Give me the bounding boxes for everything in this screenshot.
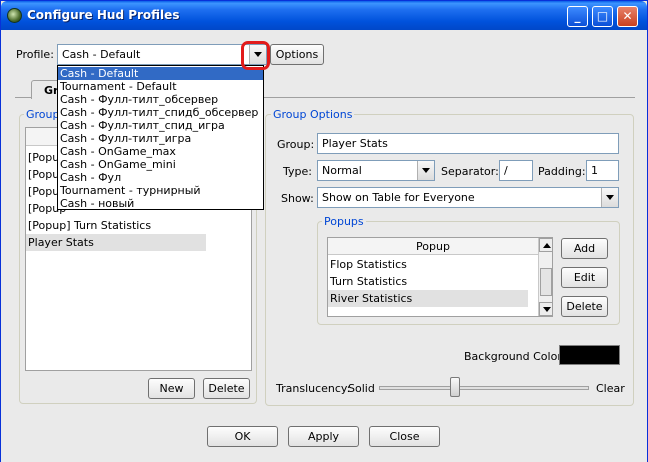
padding-input[interactable]: 1 xyxy=(586,160,619,181)
popups-list[interactable]: Popup Flop Statistics Turn Statistics Ri… xyxy=(327,237,553,317)
dropdown-item[interactable]: Cash - Фулл-тилт_игра xyxy=(58,132,263,145)
dropdown-item[interactable]: Tournament - турнирный xyxy=(58,184,263,197)
group-options-title: Group Options xyxy=(271,108,355,121)
minimize-button[interactable]: _ xyxy=(567,6,588,27)
dropdown-item[interactable]: Cash - Фул xyxy=(58,171,263,184)
edit-popup-button[interactable]: Edit xyxy=(561,267,608,288)
group-label: Group: xyxy=(277,138,315,151)
popup-list-item-selected[interactable]: River Statistics xyxy=(328,290,528,307)
scroll-up-icon[interactable] xyxy=(539,238,553,252)
type-label: Type: xyxy=(283,165,312,178)
close-window-button[interactable]: ✕ xyxy=(617,6,638,27)
popup-list-item[interactable]: Turn Statistics xyxy=(328,273,407,290)
dropdown-item[interactable]: Cash - Фулл-тилт_спид_игра xyxy=(58,119,263,132)
translucency-slider-thumb[interactable] xyxy=(449,377,460,397)
configure-hud-profiles-window: Configure Hud Profiles _ □ ✕ Profile: Ca… xyxy=(0,0,648,462)
scroll-down-icon[interactable] xyxy=(539,302,553,316)
highlight-circle-annotation xyxy=(241,41,270,70)
type-dropdown-arrow-icon[interactable] xyxy=(417,161,434,180)
dropdown-item-selected[interactable]: Cash - Default xyxy=(58,67,263,80)
translucency-label: Translucency: xyxy=(276,382,351,395)
show-label: Show: xyxy=(281,192,314,205)
popup-list-item[interactable]: Flop Statistics xyxy=(328,256,407,273)
show-dropdown-arrow-icon[interactable] xyxy=(601,188,618,207)
add-popup-button[interactable]: Add xyxy=(561,238,608,259)
options-button[interactable]: Options xyxy=(270,44,324,65)
translucency-slider-track[interactable] xyxy=(379,386,589,390)
type-select-value: Normal xyxy=(322,164,362,177)
maximize-button[interactable]: □ xyxy=(592,6,613,27)
dropdown-item[interactable]: Cash - OnGame_mini xyxy=(58,158,263,171)
scroll-thumb[interactable] xyxy=(540,268,552,296)
translucency-max-label: Clear xyxy=(596,382,625,395)
background-color-swatch[interactable] xyxy=(559,345,620,365)
ok-button[interactable]: OK xyxy=(207,426,278,447)
profile-select[interactable]: Cash - Default xyxy=(57,44,267,65)
translucency-min-label: Solid xyxy=(348,382,375,395)
delete-popup-button[interactable]: Delete xyxy=(561,296,608,317)
profile-label: Profile: xyxy=(16,48,54,61)
dropdown-item[interactable]: Tournament - Default xyxy=(58,80,263,93)
separator-input[interactable]: / xyxy=(499,160,533,181)
list-item[interactable]: [Popup] Turn Statistics xyxy=(26,217,151,234)
new-group-button[interactable]: New xyxy=(148,378,195,399)
close-button[interactable]: Close xyxy=(369,426,440,447)
dropdown-item[interactable]: Cash - Фулл-тилт_спидб_обсервер xyxy=(58,106,263,119)
delete-group-button[interactable]: Delete xyxy=(203,378,250,399)
background-color-label: Background Color: xyxy=(464,350,566,363)
type-select[interactable]: Normal xyxy=(317,160,435,181)
popups-scrollbar[interactable] xyxy=(538,238,553,316)
list-item-selected[interactable]: Player Stats xyxy=(26,234,206,251)
app-icon xyxy=(7,8,22,23)
popups-title: Popups xyxy=(322,215,366,228)
dropdown-item[interactable]: Cash - OnGame_max xyxy=(58,145,263,158)
window-title: Configure Hud Profiles xyxy=(27,8,180,22)
apply-button[interactable]: Apply xyxy=(288,426,359,447)
separator-label: Separator: xyxy=(441,165,499,178)
profile-dropdown-list[interactable]: Cash - Default Tournament - Default Cash… xyxy=(57,65,264,210)
popup-column-header[interactable]: Popup xyxy=(328,238,538,255)
show-select[interactable]: Show on Table for Everyone xyxy=(317,187,619,208)
padding-label: Padding: xyxy=(538,165,586,178)
dropdown-item[interactable]: Cash - новый xyxy=(58,197,263,210)
title-bar[interactable]: Configure Hud Profiles _ □ ✕ xyxy=(1,1,647,30)
dropdown-item[interactable]: Cash - Фулл-тилт_обсервер xyxy=(58,93,263,106)
profile-select-value: Cash - Default xyxy=(62,48,141,61)
group-name-input[interactable]: Player Stats xyxy=(317,133,619,154)
show-select-value: Show on Table for Everyone xyxy=(322,191,475,204)
